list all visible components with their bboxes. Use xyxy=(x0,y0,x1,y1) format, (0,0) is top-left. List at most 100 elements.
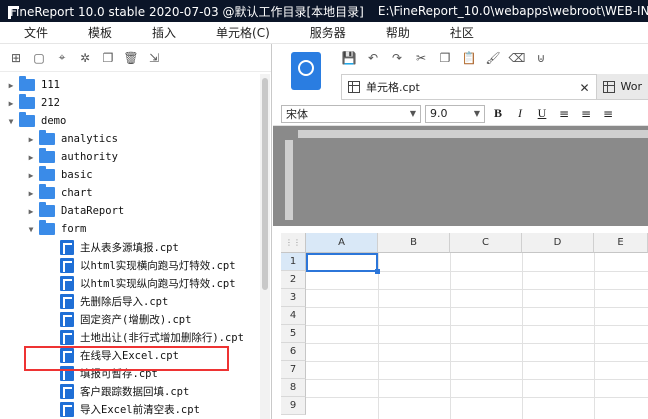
bold-button[interactable]: B xyxy=(489,105,507,123)
window-title: FineReport 10.0 stable 2020-07-03 @默认工作目… xyxy=(10,4,364,19)
copy-icon[interactable]: ❐ xyxy=(435,49,455,67)
open-icon[interactable]: ▢ xyxy=(29,49,49,67)
row-header-6[interactable]: 6 xyxy=(281,343,306,361)
template-icon xyxy=(348,81,360,93)
row-header-3[interactable]: 3 xyxy=(281,289,306,307)
scrollbar-thumb[interactable] xyxy=(262,78,268,290)
align-left-icon[interactable]: ≡ xyxy=(555,105,573,123)
folder-icon xyxy=(39,148,55,163)
spreadsheet-grid[interactable]: ⋮⋮ A B C D E 1 2 3 4 5 6 7 8 9 xyxy=(281,233,648,419)
row-header-2[interactable]: 2 xyxy=(281,271,306,289)
template-tabs: 单元格.cpt ✕ Wor xyxy=(341,74,648,100)
tree-folder-analytics[interactable]: ▶ analytics xyxy=(26,130,118,148)
row-header-9[interactable]: 9 xyxy=(281,397,306,415)
italic-button[interactable]: I xyxy=(511,105,529,123)
column-header-b[interactable]: B xyxy=(378,233,450,253)
row-header-4[interactable]: 4 xyxy=(281,307,306,325)
designer-area: 💾 ↶ ↷ ✂ ❐ 📋 🖌 ⌫ ⊍ 单元格.cpt ✕ Wor 宋体 ▼ 9.0… xyxy=(273,44,648,419)
tree-file-highlighted[interactable]: 固定资产(增删改).cpt xyxy=(60,310,191,328)
paste-icon[interactable]: 📋 xyxy=(459,49,479,67)
menu-insert[interactable]: 插入 xyxy=(152,24,176,41)
collapse-arrow-icon[interactable]: ▼ xyxy=(26,225,36,234)
folder-icon xyxy=(19,76,35,91)
expand-arrow-icon[interactable]: ▶ xyxy=(26,135,36,144)
row-header-5[interactable]: 5 xyxy=(281,325,306,343)
menu-cell[interactable]: 单元格(C) xyxy=(216,24,270,41)
new-folder-icon[interactable]: ⊞ xyxy=(6,49,26,67)
column-header-a[interactable]: A xyxy=(306,233,378,253)
collapse-arrow-icon[interactable]: ▼ xyxy=(6,117,16,126)
cpt-file-icon xyxy=(60,293,74,309)
tree-file[interactable]: 以html实现横向跑马灯特效.cpt xyxy=(60,256,236,274)
folder-icon xyxy=(19,94,35,109)
red-highlight-box xyxy=(24,346,229,371)
format-painter-icon[interactable]: 🖌 xyxy=(483,49,503,67)
tab-wor[interactable]: Wor xyxy=(597,74,648,99)
tree-file[interactable]: 客户跟踪数据回填.cpt xyxy=(60,382,189,400)
grid-line xyxy=(306,343,648,344)
cpt-file-icon xyxy=(60,239,74,255)
font-family-select[interactable]: 宋体 ▼ xyxy=(281,104,421,123)
column-header-c[interactable]: C xyxy=(450,233,522,253)
tree-scrollbar[interactable] xyxy=(260,74,270,419)
selected-cell-a1[interactable] xyxy=(306,253,380,274)
align-right-icon[interactable]: ≡ xyxy=(599,105,617,123)
select-all-corner[interactable]: ⋮⋮ xyxy=(281,233,306,253)
menu-help[interactable]: 帮助 xyxy=(386,24,410,41)
tree-folder-datareport[interactable]: ▶ DataReport xyxy=(26,202,124,220)
column-header-e[interactable]: E xyxy=(594,233,648,253)
tree-folder-212[interactable]: ▶ 212 xyxy=(6,94,60,112)
tree-folder-chart[interactable]: ▶ chart xyxy=(26,184,93,202)
folder-icon xyxy=(39,220,55,235)
expand-arrow-icon[interactable]: ▶ xyxy=(6,81,16,90)
row-header-8[interactable]: 8 xyxy=(281,379,306,397)
template-panel: ⊞ ▢ ⌖ ✲ ❐ 🗑 ⇲ ▶ 111 ▶ 212 ▼ demo ▶ analy… xyxy=(0,44,272,419)
rename-icon[interactable]: ⇲ xyxy=(144,49,164,67)
font-size-select[interactable]: 9.0 ▼ xyxy=(425,104,485,123)
menu-community[interactable]: 社区 xyxy=(450,24,474,41)
expand-arrow-icon[interactable]: ▶ xyxy=(26,171,36,180)
menu-template[interactable]: 模板 xyxy=(88,24,112,41)
row-header-7[interactable]: 7 xyxy=(281,361,306,379)
tree-folder-authority[interactable]: ▶ authority xyxy=(26,148,118,166)
folder-icon xyxy=(39,202,55,217)
undo-icon[interactable]: ↶ xyxy=(363,49,383,67)
row-header-1[interactable]: 1 xyxy=(281,253,306,271)
folder-icon xyxy=(39,184,55,199)
grid-line xyxy=(306,289,648,290)
expand-arrow-icon[interactable]: ▶ xyxy=(26,189,36,198)
close-icon[interactable]: ✕ xyxy=(579,81,589,95)
cpt-file-icon xyxy=(60,383,74,399)
tree-file[interactable]: 土地出让(非行式增加删除行).cpt xyxy=(60,328,244,346)
plugin-icon[interactable]: ⊍ xyxy=(531,49,551,67)
expand-arrow-icon[interactable]: ▶ xyxy=(26,207,36,216)
delete-icon[interactable]: 🗑 xyxy=(121,49,141,67)
cpt-file-icon xyxy=(60,401,74,417)
folder-icon xyxy=(39,166,55,181)
chevron-down-icon: ▼ xyxy=(409,108,416,118)
clear-icon[interactable]: ⌫ xyxy=(507,49,527,67)
settings-icon[interactable]: ✲ xyxy=(75,49,95,67)
tab-cell-cpt[interactable]: 单元格.cpt ✕ xyxy=(341,74,597,99)
tree-file[interactable]: 导入Excel前清空表.cpt xyxy=(60,400,200,418)
menu-file[interactable]: 文件 xyxy=(24,24,48,41)
tree-folder-111[interactable]: ▶ 111 xyxy=(6,76,60,94)
column-header-d[interactable]: D xyxy=(522,233,594,253)
underline-button[interactable]: U xyxy=(533,105,551,123)
save-icon[interactable]: 💾 xyxy=(339,49,359,67)
tree-folder-form[interactable]: ▼ form xyxy=(26,220,86,238)
redo-icon[interactable]: ↷ xyxy=(387,49,407,67)
copy-icon[interactable]: ❐ xyxy=(98,49,118,67)
cut-icon[interactable]: ✂ xyxy=(411,49,431,67)
tree-folder-demo[interactable]: ▼ demo xyxy=(6,112,66,130)
tree-file[interactable]: 主从表多源填报.cpt xyxy=(60,238,179,256)
tree-file[interactable]: 以html实现纵向跑马灯特效.cpt xyxy=(60,274,236,292)
align-center-icon[interactable]: ≡ xyxy=(577,105,595,123)
expand-arrow-icon[interactable]: ▶ xyxy=(6,99,16,108)
menu-server[interactable]: 服务器 xyxy=(310,24,346,41)
tree-folder-basic[interactable]: ▶ basic xyxy=(26,166,93,184)
locate-icon[interactable]: ⌖ xyxy=(52,49,72,67)
grid-line xyxy=(306,361,648,362)
expand-arrow-icon[interactable]: ▶ xyxy=(26,153,36,162)
tree-file[interactable]: 先删除后导入.cpt xyxy=(60,292,168,310)
